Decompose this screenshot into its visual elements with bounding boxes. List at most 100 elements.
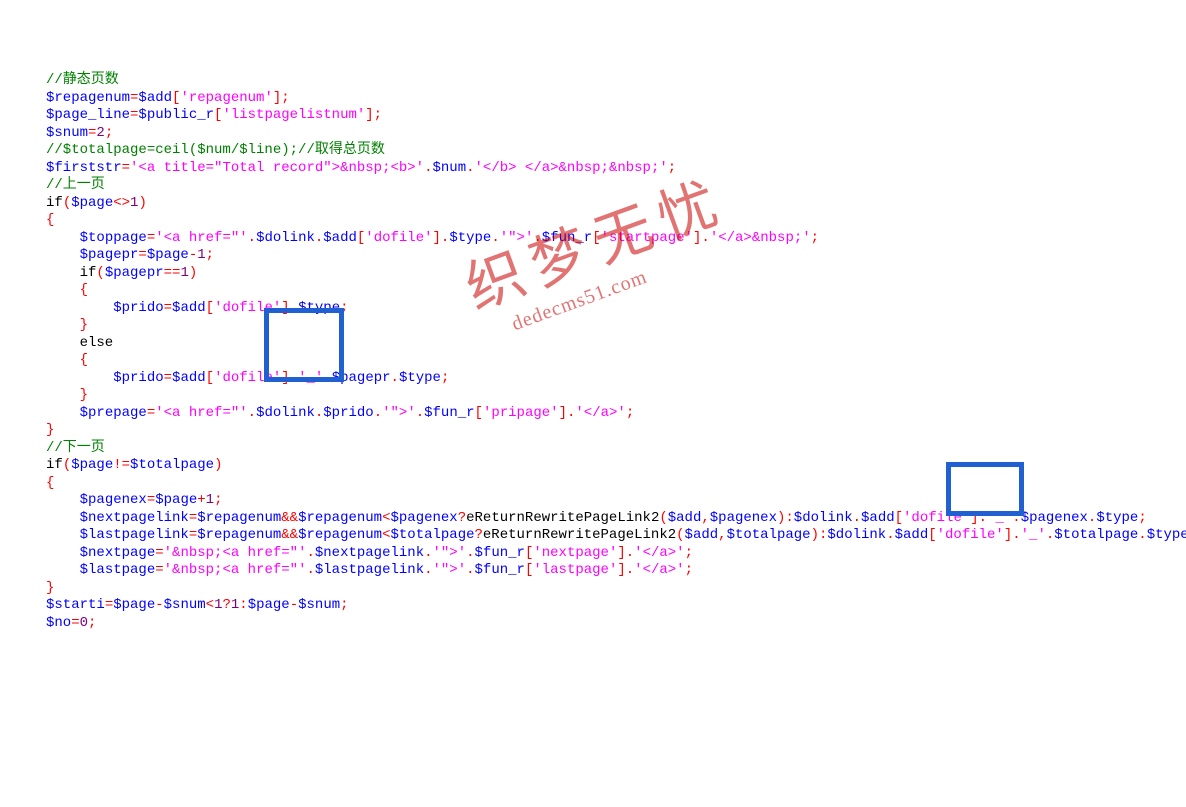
code-token: $type xyxy=(1147,527,1186,543)
code-line[interactable]: } xyxy=(46,387,1186,405)
code-token: $pagenex xyxy=(710,510,777,526)
code-line[interactable]: $prido=$add['dofile'].'_'.$pagepr.$type; xyxy=(46,370,1186,388)
code-token: ; xyxy=(206,247,214,263)
code-token: = xyxy=(155,562,163,578)
code-line[interactable]: //$totalpage=ceil($num/$line);//取得总页数 xyxy=(46,142,1186,160)
code-token: $lastpage xyxy=(80,562,156,578)
code-line[interactable]: $starti=$page-$snum<1?1:$page-$snum; xyxy=(46,597,1186,615)
code-line[interactable]: { xyxy=(46,352,1186,370)
code-editor-viewport[interactable]: //静态页数$repagenum=$add['repagenum'];$page… xyxy=(0,70,1186,632)
code-token: '">' xyxy=(382,405,416,421)
code-token: } xyxy=(46,580,54,596)
code-line[interactable]: if($page<>1) xyxy=(46,195,1186,213)
code-token: { xyxy=(46,212,54,228)
code-token xyxy=(46,247,80,263)
code-token: $pagenex xyxy=(1021,510,1088,526)
code-token: = xyxy=(189,527,197,543)
code-token: $num xyxy=(433,160,467,176)
code-token: . xyxy=(886,527,894,543)
code-line[interactable]: $nextpagelink=$repagenum&&$repagenum<$pa… xyxy=(46,510,1186,528)
code-token: [ xyxy=(206,300,214,316)
code-line[interactable]: } xyxy=(46,580,1186,598)
code-line[interactable]: $pagenex=$page+1; xyxy=(46,492,1186,510)
code-line[interactable]: if($pagepr==1) xyxy=(46,265,1186,283)
code-token: - xyxy=(189,247,197,263)
code-line[interactable]: } xyxy=(46,422,1186,440)
code-token xyxy=(46,510,80,526)
code-token: $pagepr xyxy=(105,265,164,281)
code-token: $pagenex xyxy=(80,492,147,508)
code-token: . xyxy=(424,545,432,561)
code-line[interactable]: $repagenum=$add['repagenum']; xyxy=(46,90,1186,108)
code-token: $pagepr xyxy=(332,370,391,386)
code-line[interactable]: { xyxy=(46,212,1186,230)
code-token: } xyxy=(46,422,54,438)
code-line[interactable]: $firststr='<a title="Total record">&nbsp… xyxy=(46,160,1186,178)
code-line[interactable]: $prido=$add['dofile'].$type; xyxy=(46,300,1186,318)
code-token: 'dofile' xyxy=(937,527,1004,543)
code-token: = xyxy=(138,247,146,263)
code-token: $prido xyxy=(323,405,373,421)
code-line[interactable]: $no=0; xyxy=(46,615,1186,633)
code-token: $page xyxy=(155,492,197,508)
code-token: $snum xyxy=(164,597,206,613)
code-token: $add xyxy=(668,510,702,526)
code-token xyxy=(46,387,80,403)
code-line[interactable]: $lastpage='&nbsp;<a href="'.$lastpagelin… xyxy=(46,562,1186,580)
code-token: ; xyxy=(340,300,348,316)
code-line[interactable]: { xyxy=(46,475,1186,493)
code-token: '&nbsp;<a href="' xyxy=(164,562,307,578)
code-line[interactable]: } xyxy=(46,317,1186,335)
code-token: . xyxy=(466,545,474,561)
code-line[interactable]: //上一页 xyxy=(46,177,1186,195)
code-line[interactable]: $snum=2; xyxy=(46,125,1186,143)
code-line[interactable]: //静态页数 xyxy=(46,72,1186,90)
code-token: $snum xyxy=(298,597,340,613)
code-token: $prido xyxy=(113,370,163,386)
code-token: $page xyxy=(113,597,155,613)
code-token: . xyxy=(391,370,399,386)
code-line[interactable]: $lastpagelink=$repagenum&&$repagenum<$to… xyxy=(46,527,1186,545)
code-token: else xyxy=(46,335,113,351)
code-token: $dolink xyxy=(827,527,886,543)
code-token: ]. xyxy=(433,230,450,246)
code-token: = xyxy=(122,160,130,176)
code-line[interactable]: $page_line=$public_r['listpagelistnum']; xyxy=(46,107,1186,125)
code-token: [ xyxy=(206,370,214,386)
code-token: $repagenum xyxy=(46,90,130,106)
code-token: $page xyxy=(71,457,113,473)
code-line[interactable]: $nextpage='&nbsp;<a href="'.$nextpagelin… xyxy=(46,545,1186,563)
code-line[interactable]: { xyxy=(46,282,1186,300)
code-token: 1 xyxy=(231,597,239,613)
code-line[interactable]: $prepage='<a href="'.$dolink.$prido.'">'… xyxy=(46,405,1186,423)
code-token: ? xyxy=(458,510,466,526)
code-token: '_' xyxy=(987,510,1012,526)
code-line[interactable]: if($page!=$totalpage) xyxy=(46,457,1186,475)
code-token: ; xyxy=(1138,510,1146,526)
code-token: ]. xyxy=(559,405,576,421)
code-token: $firststr xyxy=(46,160,122,176)
code-token: $totalpage xyxy=(130,457,214,473)
code-token: . xyxy=(306,545,314,561)
code-token: $page_line xyxy=(46,107,130,123)
code-token: $totalpage xyxy=(727,527,811,543)
code-token: '</a>' xyxy=(634,562,684,578)
code-token: } xyxy=(80,387,88,403)
code-token: . xyxy=(424,562,432,578)
code-line[interactable]: $toppage='<a href="'.$dolink.$add['dofil… xyxy=(46,230,1186,248)
code-token: $dolink xyxy=(256,230,315,246)
code-token: $add xyxy=(861,510,895,526)
code-token xyxy=(46,527,80,543)
code-line[interactable]: else xyxy=(46,335,1186,353)
code-token: 1 xyxy=(206,492,214,508)
code-token: 1 xyxy=(197,247,205,263)
code-token: '">' xyxy=(500,230,534,246)
code-token: eReturnRewritePageLink2 xyxy=(483,527,676,543)
code-token: ]. xyxy=(970,510,987,526)
code-line[interactable]: //下一页 xyxy=(46,440,1186,458)
code-token: $fun_r xyxy=(542,230,592,246)
code-token: $type xyxy=(1096,510,1138,526)
code-token: $lastpagelink xyxy=(315,562,424,578)
code-line[interactable]: $pagepr=$page-1; xyxy=(46,247,1186,265)
code-token: //下一页 xyxy=(46,440,105,456)
